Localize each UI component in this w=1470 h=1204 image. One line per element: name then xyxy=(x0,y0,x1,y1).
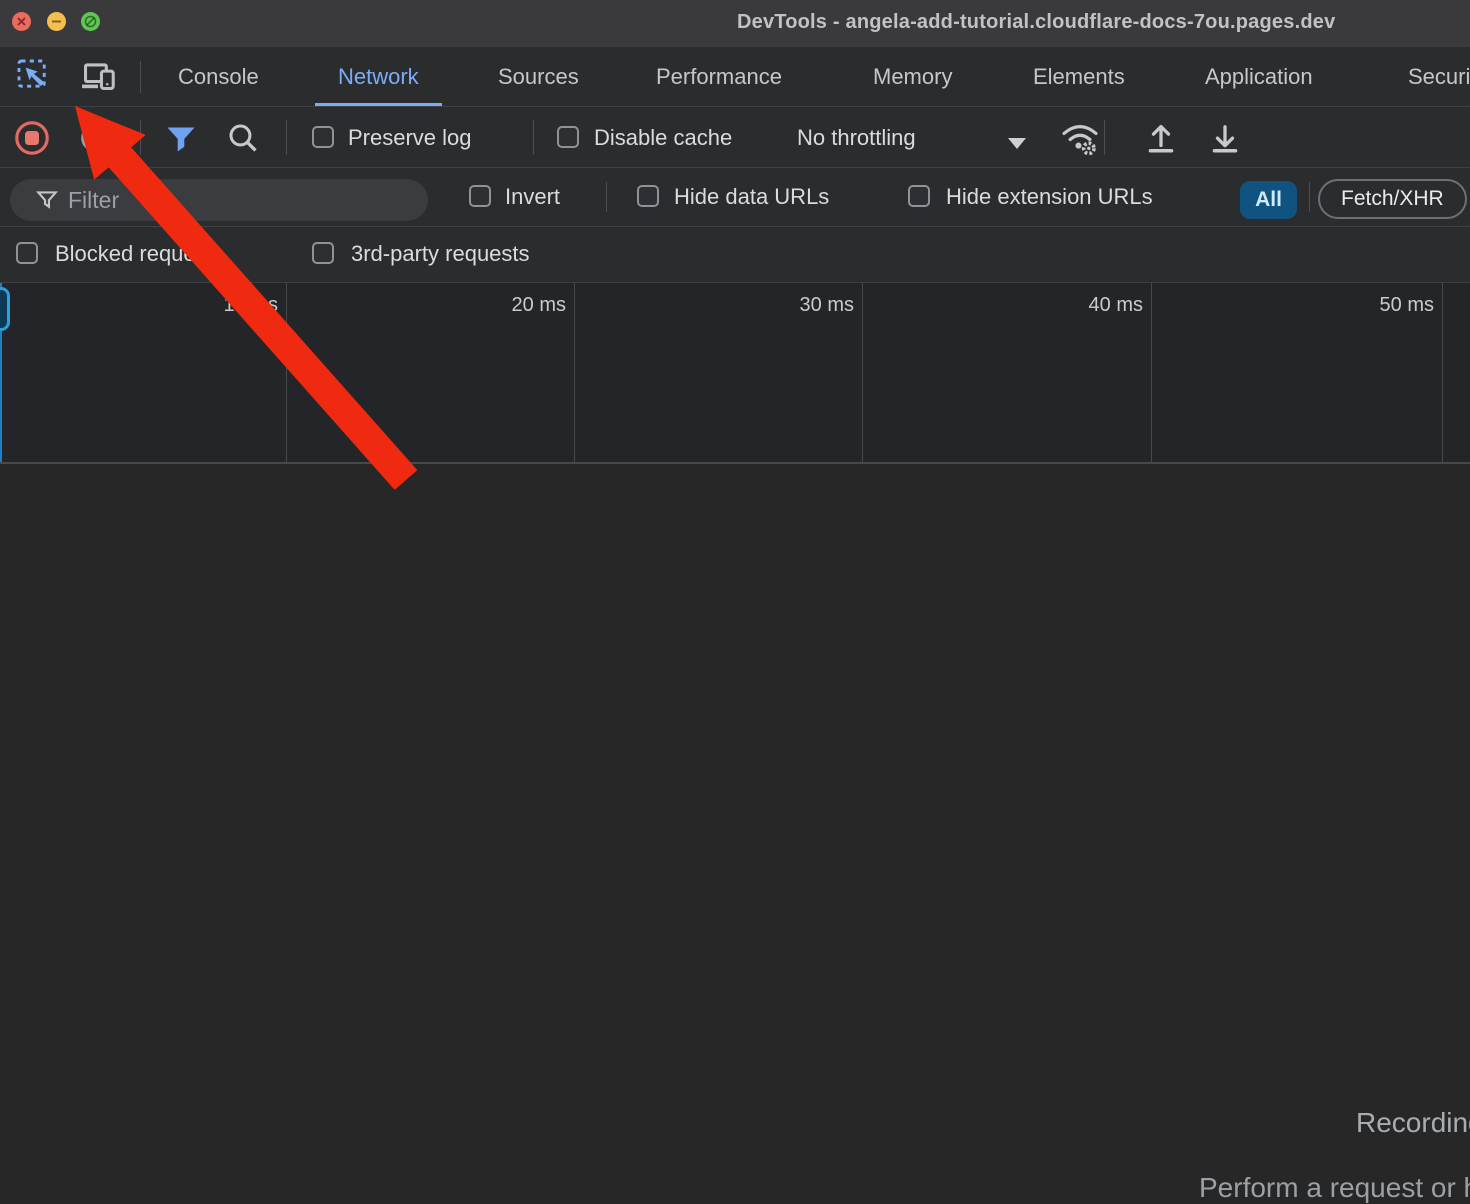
disable-cache-label[interactable]: Disable cache xyxy=(594,125,732,151)
request-list-empty-area: Recording network activity… Perform a re… xyxy=(0,465,1470,960)
hide-data-urls-checkbox[interactable] xyxy=(637,185,659,207)
filter-funnel-icon xyxy=(163,120,199,156)
network-filterbar: Invert Hide data URLs Hide extension URL… xyxy=(0,168,1470,227)
timeline-tick-label: 40 ms xyxy=(1053,294,1143,317)
hide-extension-urls-checkbox[interactable] xyxy=(908,185,930,207)
timeline-tick-label: 50 ms xyxy=(1344,294,1434,317)
devtools-window: { "window": { "title": "DevTools - angel… xyxy=(0,0,1470,960)
tabbar-separator xyxy=(140,61,141,93)
network-filterbar-secondary: Blocked requests 3rd-party requests xyxy=(0,227,1470,283)
tab-sources[interactable]: Sources xyxy=(475,47,602,106)
third-party-requests-checkbox[interactable] xyxy=(312,242,334,264)
devtools-tabbar: Console Network Sources Performance Memo… xyxy=(0,47,1470,107)
toolbar-separator xyxy=(286,120,287,155)
timeline-gridline xyxy=(286,283,287,462)
timeline-gridline xyxy=(862,283,863,462)
stop-recording-button[interactable] xyxy=(14,120,50,161)
timeline-gridline xyxy=(1442,283,1443,462)
timeline-tick-label: 10 ms xyxy=(188,294,278,317)
toolbar-separator xyxy=(533,120,534,155)
network-conditions-icon xyxy=(1060,119,1100,157)
clear-icon xyxy=(78,121,112,155)
filter-funnel-icon xyxy=(34,187,60,213)
empty-state-hint-text: Perform a request or hit ⌘ R to record t… xyxy=(1199,1171,1470,1204)
inspect-icon xyxy=(16,58,52,94)
timeline-gridline xyxy=(574,283,575,462)
toggle-device-toolbar-button[interactable] xyxy=(80,58,116,99)
invert-label[interactable]: Invert xyxy=(505,184,560,210)
blocked-requests-checkbox[interactable] xyxy=(16,242,38,264)
filter-toggle-button[interactable] xyxy=(163,120,199,161)
export-har-button[interactable] xyxy=(1207,120,1243,161)
window-title: DevTools - angela-add-tutorial.cloudflar… xyxy=(737,11,1335,34)
search-icon xyxy=(225,120,261,156)
timeline-edge-handle[interactable] xyxy=(0,287,10,331)
timeline-gridline xyxy=(1151,283,1152,462)
download-icon xyxy=(1207,120,1243,156)
tab-application[interactable]: Application xyxy=(1182,47,1336,106)
inspect-element-button[interactable] xyxy=(16,58,52,99)
hide-data-urls-label[interactable]: Hide data URLs xyxy=(674,184,829,210)
import-har-button[interactable] xyxy=(1143,120,1179,161)
network-overview-timeline[interactable]: 10 ms 20 ms 30 ms 40 ms 50 ms xyxy=(0,283,1470,464)
record-stop-icon xyxy=(14,120,50,156)
filter-input-container xyxy=(10,179,428,221)
filterbar-separator xyxy=(1309,182,1310,212)
empty-state-recording-text: Recording network activity… xyxy=(1356,1107,1470,1139)
tab-console[interactable]: Console xyxy=(155,47,282,106)
close-window-button[interactable] xyxy=(12,12,31,31)
close-icon xyxy=(12,12,31,31)
request-type-fetch-xhr-button[interactable]: Fetch/XHR xyxy=(1318,179,1467,219)
tab-performance[interactable]: Performance xyxy=(633,47,805,106)
upload-icon xyxy=(1143,120,1179,156)
preserve-log-label[interactable]: Preserve log xyxy=(348,125,472,151)
minimize-icon xyxy=(47,12,66,31)
third-party-requests-label[interactable]: 3rd-party requests xyxy=(351,241,530,267)
tab-elements[interactable]: Elements xyxy=(1010,47,1148,106)
preserve-log-checkbox[interactable] xyxy=(312,126,334,148)
network-toolbar: Preserve log Disable cache No throttling xyxy=(0,107,1470,168)
search-button[interactable] xyxy=(225,120,261,161)
toolbar-separator xyxy=(140,120,141,155)
device-toolbar-icon xyxy=(80,58,116,94)
timeline-tick-label: 20 ms xyxy=(476,294,566,317)
blocked-requests-label[interactable]: Blocked requests xyxy=(55,241,224,267)
throttling-select[interactable]: No throttling xyxy=(797,125,916,151)
titlebar: DevTools - angela-add-tutorial.cloudflar… xyxy=(0,0,1470,47)
zoom-window-button[interactable] xyxy=(81,12,100,31)
hide-extension-urls-label[interactable]: Hide extension URLs xyxy=(946,184,1153,210)
minimize-window-button[interactable] xyxy=(47,12,66,31)
zoom-icon xyxy=(81,12,100,31)
tab-memory[interactable]: Memory xyxy=(850,47,975,106)
tab-security[interactable]: Security xyxy=(1385,47,1470,106)
invert-checkbox[interactable] xyxy=(469,185,491,207)
clear-network-log-button[interactable] xyxy=(78,121,112,160)
toolbar-separator xyxy=(1104,120,1105,155)
disable-cache-checkbox[interactable] xyxy=(557,126,579,148)
filterbar-separator xyxy=(606,182,607,212)
timeline-tick-label: 30 ms xyxy=(764,294,854,317)
filter-input[interactable] xyxy=(68,179,408,221)
network-conditions-button[interactable] xyxy=(1060,119,1100,162)
request-type-all-button[interactable]: All xyxy=(1240,181,1297,219)
chevron-down-icon[interactable] xyxy=(1008,138,1026,149)
tab-network[interactable]: Network xyxy=(315,47,442,106)
